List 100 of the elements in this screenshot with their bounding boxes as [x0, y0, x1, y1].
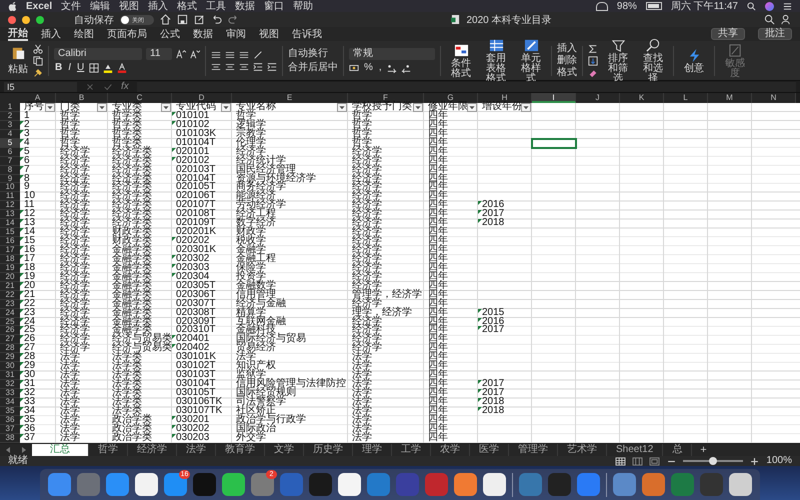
error-indicator-icon[interactable]	[20, 246, 24, 250]
error-indicator-icon[interactable]	[20, 166, 24, 170]
align-icon[interactable]	[211, 50, 221, 60]
italic-button[interactable]: I	[67, 62, 72, 74]
row-header[interactable]: 10	[0, 183, 20, 192]
column-header[interactable]: I	[532, 93, 576, 103]
menu-item[interactable]: 帮助	[293, 0, 314, 13]
error-indicator-icon[interactable]	[172, 120, 176, 125]
merge-center-button[interactable]: 合并后居中	[288, 62, 338, 74]
column-header[interactable]: C	[108, 93, 172, 103]
filter-button[interactable]	[521, 103, 531, 112]
error-indicator-icon[interactable]	[478, 380, 482, 384]
battery-icon[interactable]	[646, 2, 662, 10]
column-header[interactable]: N	[752, 93, 796, 103]
error-indicator-icon[interactable]	[20, 130, 24, 134]
filter-button[interactable]	[337, 103, 347, 112]
ribbon-tab[interactable]: 插入	[41, 28, 61, 40]
function-label[interactable]: fx	[121, 82, 129, 92]
comments-button[interactable]: 批注	[758, 28, 792, 40]
number-format-dropdown[interactable]: 常规	[349, 48, 435, 60]
error-indicator-icon[interactable]	[20, 156, 24, 161]
format-cells-button[interactable]: 格式	[557, 68, 577, 78]
menu-item[interactable]: 窗口	[264, 0, 284, 13]
clipboard-icon[interactable]	[10, 45, 26, 60]
row-header[interactable]: 13	[0, 210, 20, 220]
error-indicator-icon[interactable]	[20, 282, 24, 286]
align-icon[interactable]	[225, 50, 235, 60]
column-header[interactable]: F	[348, 93, 424, 103]
error-indicator-icon[interactable]	[20, 219, 24, 224]
error-indicator-icon[interactable]	[20, 264, 24, 268]
save-icon[interactable]	[177, 14, 188, 25]
font-size-dropdown[interactable]: 11	[146, 48, 172, 60]
error-indicator-icon[interactable]	[478, 308, 482, 313]
delete-cells-button[interactable]: 删除	[557, 56, 577, 66]
error-indicator-icon[interactable]	[20, 389, 24, 393]
column-header[interactable]: M	[708, 93, 752, 103]
error-indicator-icon[interactable]	[172, 148, 176, 152]
app-icon[interactable]	[222, 473, 245, 496]
normal-view-icon[interactable]	[615, 456, 626, 466]
search-icon[interactable]	[764, 14, 775, 25]
menu-item[interactable]: 视图	[119, 0, 140, 13]
error-indicator-icon[interactable]	[478, 201, 482, 206]
column-header[interactable]: K	[620, 93, 664, 103]
row-header[interactable]: 33	[0, 389, 20, 398]
ribbon-tab[interactable]: 公式	[160, 28, 180, 40]
previous-sheet-icon[interactable]	[4, 446, 12, 454]
error-indicator-icon[interactable]	[172, 416, 176, 420]
fill-down-icon[interactable]	[588, 56, 598, 66]
error-indicator-icon[interactable]	[20, 228, 24, 232]
row-header[interactable]: 30	[0, 362, 20, 372]
shrink-font-icon[interactable]	[190, 48, 200, 58]
column-header[interactable]: D	[172, 93, 232, 103]
row-header[interactable]: 11	[0, 192, 20, 202]
row-header[interactable]: 17	[0, 246, 20, 255]
filter-button[interactable]	[97, 103, 107, 112]
zoom-button[interactable]	[36, 16, 44, 24]
row-header[interactable]: 12	[0, 201, 20, 210]
search-icon[interactable]	[747, 2, 756, 10]
sum-icon[interactable]	[588, 44, 598, 54]
app-icon[interactable]	[135, 473, 158, 496]
filter-button[interactable]	[161, 103, 171, 112]
error-indicator-icon[interactable]	[20, 424, 24, 429]
menu-icon[interactable]	[783, 2, 792, 10]
error-indicator-icon[interactable]	[478, 210, 482, 214]
slider-thumb[interactable]	[709, 457, 718, 465]
apple-icon[interactable]	[8, 0, 17, 12]
app-icon[interactable]	[338, 473, 361, 496]
error-indicator-icon[interactable]	[20, 308, 24, 313]
ribbon-tab[interactable]: 告诉我	[292, 28, 322, 40]
ribbon-tab[interactable]: 视图	[259, 28, 279, 40]
row-header[interactable]: 28	[0, 344, 20, 354]
person-icon[interactable]	[781, 14, 792, 25]
align-icon[interactable]	[225, 62, 235, 72]
undo-icon[interactable]	[211, 14, 222, 25]
error-indicator-icon[interactable]	[20, 416, 24, 420]
error-indicator-icon[interactable]	[20, 335, 24, 340]
error-indicator-icon[interactable]	[20, 318, 24, 322]
error-indicator-icon[interactable]	[20, 290, 24, 295]
home-icon[interactable]	[160, 14, 171, 25]
error-indicator-icon[interactable]	[20, 254, 24, 259]
row-header[interactable]: 1	[0, 103, 20, 112]
orientation-icon[interactable]	[253, 50, 263, 60]
minimize-button[interactable]	[22, 16, 30, 24]
indent-icon[interactable]	[267, 62, 277, 72]
column-header[interactable]: B	[56, 93, 108, 103]
siri-icon[interactable]	[765, 2, 774, 10]
indent-icon[interactable]	[253, 62, 263, 72]
add-sheet-button[interactable]: +	[692, 444, 715, 456]
ideas-button[interactable]: 创意	[679, 48, 709, 74]
comma-button[interactable]: ,	[378, 62, 383, 74]
scissors-icon[interactable]	[33, 44, 43, 54]
next-sheet-icon[interactable]	[20, 446, 28, 454]
error-indicator-icon[interactable]	[172, 237, 176, 242]
copy-icon[interactable]	[33, 56, 43, 66]
menu-item[interactable]: 文件	[61, 0, 82, 13]
error-indicator-icon[interactable]	[478, 389, 482, 393]
row-header[interactable]: 31	[0, 371, 20, 380]
error-indicator-icon[interactable]	[20, 210, 24, 214]
error-indicator-icon[interactable]	[20, 272, 24, 277]
ribbon-tab[interactable]: 页面布局	[107, 28, 147, 40]
